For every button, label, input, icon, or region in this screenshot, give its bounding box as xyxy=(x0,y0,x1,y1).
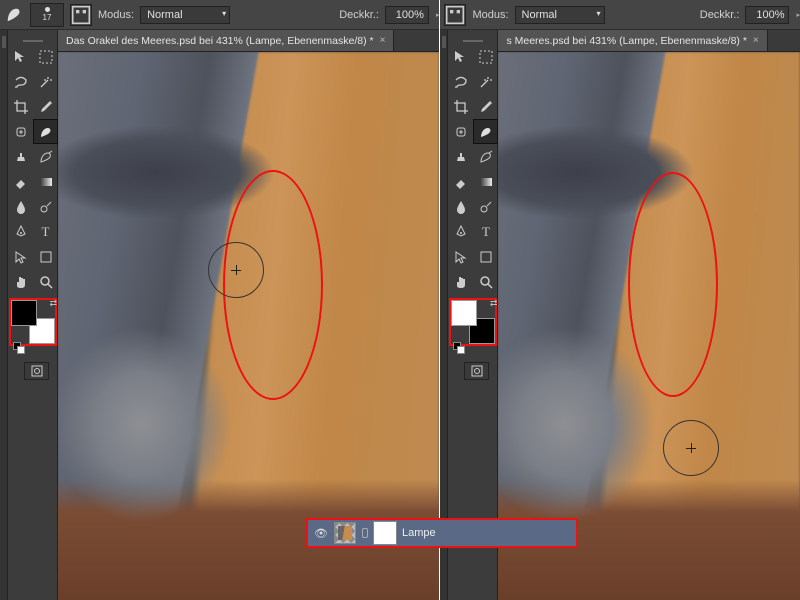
zoom-tool[interactable] xyxy=(33,269,58,294)
marquee-tool[interactable] xyxy=(473,44,498,69)
tools-palette: T ⇄ xyxy=(448,30,498,380)
document-tab-title: s Meeres.psd bei 431% (Lampe, Ebenenmask… xyxy=(506,35,746,47)
layer-row[interactable]: 👁 Lampe xyxy=(306,518,578,548)
pen-tool[interactable] xyxy=(8,219,33,244)
swap-colors-icon[interactable]: ⇄ xyxy=(49,298,57,309)
panel-dock[interactable] xyxy=(0,30,8,600)
eraser-tool[interactable] xyxy=(8,169,33,194)
document-tab-title: Das Orakel des Meeres.psd bei 431% (Lamp… xyxy=(66,35,374,47)
eyedropper-tool[interactable] xyxy=(473,94,498,119)
document-tab[interactable]: Das Orakel des Meeres.psd bei 431% (Lamp… xyxy=(58,30,394,51)
color-swatches[interactable]: ⇄ xyxy=(451,300,495,344)
crop-tool[interactable] xyxy=(8,94,33,119)
path-select-tool[interactable] xyxy=(448,244,473,269)
opacity-label: Deckkr.: xyxy=(700,9,740,21)
opacity-input[interactable]: 100% xyxy=(745,6,789,24)
magic-wand-tool[interactable] xyxy=(473,69,498,94)
annotation-ellipse xyxy=(628,172,718,397)
close-icon[interactable]: × xyxy=(380,35,386,46)
chevron-down-icon[interactable]: ▸ xyxy=(436,11,440,19)
foreground-swatch[interactable] xyxy=(11,300,37,326)
close-icon[interactable]: × xyxy=(753,35,759,46)
type-tool[interactable]: T xyxy=(473,219,498,244)
magic-wand-tool[interactable] xyxy=(33,69,58,94)
lasso-tool[interactable] xyxy=(8,69,33,94)
dodge-tool[interactable] xyxy=(473,194,498,219)
move-tool[interactable] xyxy=(8,44,33,69)
options-bar: 17 Modus: Normal Deckkr.: 100% ▸ xyxy=(0,0,439,30)
brush-cursor xyxy=(208,242,264,298)
foreground-swatch[interactable] xyxy=(451,300,477,326)
marquee-tool[interactable] xyxy=(33,44,58,69)
history-brush-tool[interactable] xyxy=(33,144,58,169)
blur-tool[interactable] xyxy=(8,194,33,219)
opacity-label: Deckkr.: xyxy=(339,9,379,21)
mode-label: Modus: xyxy=(472,9,508,21)
move-tool[interactable] xyxy=(448,44,473,69)
panel-dock[interactable] xyxy=(440,30,448,600)
layer-thumbnail[interactable] xyxy=(334,522,356,544)
quickmask-toggle[interactable] xyxy=(24,362,49,380)
layer-mask-thumbnail[interactable] xyxy=(374,522,396,544)
options-bar: Modus: Normal Deckkr.: 100% ▸ xyxy=(440,0,800,30)
type-tool[interactable]: T xyxy=(33,219,58,244)
chevron-down-icon[interactable]: ▸ xyxy=(796,11,800,19)
color-swatches[interactable]: ⇄ xyxy=(11,300,55,344)
crop-tool[interactable] xyxy=(448,94,473,119)
path-select-tool[interactable] xyxy=(8,244,33,269)
healing-brush-tool[interactable] xyxy=(448,119,473,144)
default-colors-icon[interactable] xyxy=(453,342,465,354)
brush-preset-picker[interactable]: 17 xyxy=(30,3,64,27)
link-icon[interactable] xyxy=(362,528,368,538)
clone-stamp-tool[interactable] xyxy=(448,144,473,169)
document-tab[interactable]: s Meeres.psd bei 431% (Lampe, Ebenenmask… xyxy=(498,30,767,51)
current-tool-icon[interactable] xyxy=(4,5,24,25)
brush-panel-toggle-icon[interactable] xyxy=(444,4,466,26)
mode-label: Modus: xyxy=(98,9,134,21)
quickmask-toggle[interactable] xyxy=(464,362,489,380)
gradient-tool[interactable] xyxy=(33,169,58,194)
history-brush-tool[interactable] xyxy=(473,144,498,169)
opacity-input[interactable]: 100% xyxy=(385,6,429,24)
blur-tool[interactable] xyxy=(448,194,473,219)
swap-colors-icon[interactable]: ⇄ xyxy=(490,298,498,309)
tools-palette: T ⇄ xyxy=(8,30,58,380)
layer-name[interactable]: Lampe xyxy=(402,527,436,539)
lasso-tool[interactable] xyxy=(448,69,473,94)
brush-tool[interactable] xyxy=(473,119,498,144)
blend-mode-select[interactable]: Normal xyxy=(140,6,230,24)
shape-tool[interactable] xyxy=(33,244,58,269)
document-tabstrip: Das Orakel des Meeres.psd bei 431% (Lamp… xyxy=(58,30,439,52)
eyedropper-tool[interactable] xyxy=(33,94,58,119)
hand-tool[interactable] xyxy=(8,269,33,294)
shape-tool[interactable] xyxy=(473,244,498,269)
healing-brush-tool[interactable] xyxy=(8,119,33,144)
clone-stamp-tool[interactable] xyxy=(8,144,33,169)
brush-panel-toggle-icon[interactable] xyxy=(70,4,92,26)
brush-tool[interactable] xyxy=(33,119,58,144)
brush-size-label: 17 xyxy=(43,13,52,22)
blend-mode-select[interactable]: Normal xyxy=(515,6,605,24)
zoom-tool[interactable] xyxy=(473,269,498,294)
eraser-tool[interactable] xyxy=(448,169,473,194)
document-tabstrip: s Meeres.psd bei 431% (Lampe, Ebenenmask… xyxy=(498,30,800,52)
pen-tool[interactable] xyxy=(448,219,473,244)
visibility-toggle-icon[interactable]: 👁 xyxy=(314,527,328,540)
default-colors-icon[interactable] xyxy=(13,342,25,354)
dodge-tool[interactable] xyxy=(33,194,58,219)
gradient-tool[interactable] xyxy=(473,169,498,194)
hand-tool[interactable] xyxy=(448,269,473,294)
